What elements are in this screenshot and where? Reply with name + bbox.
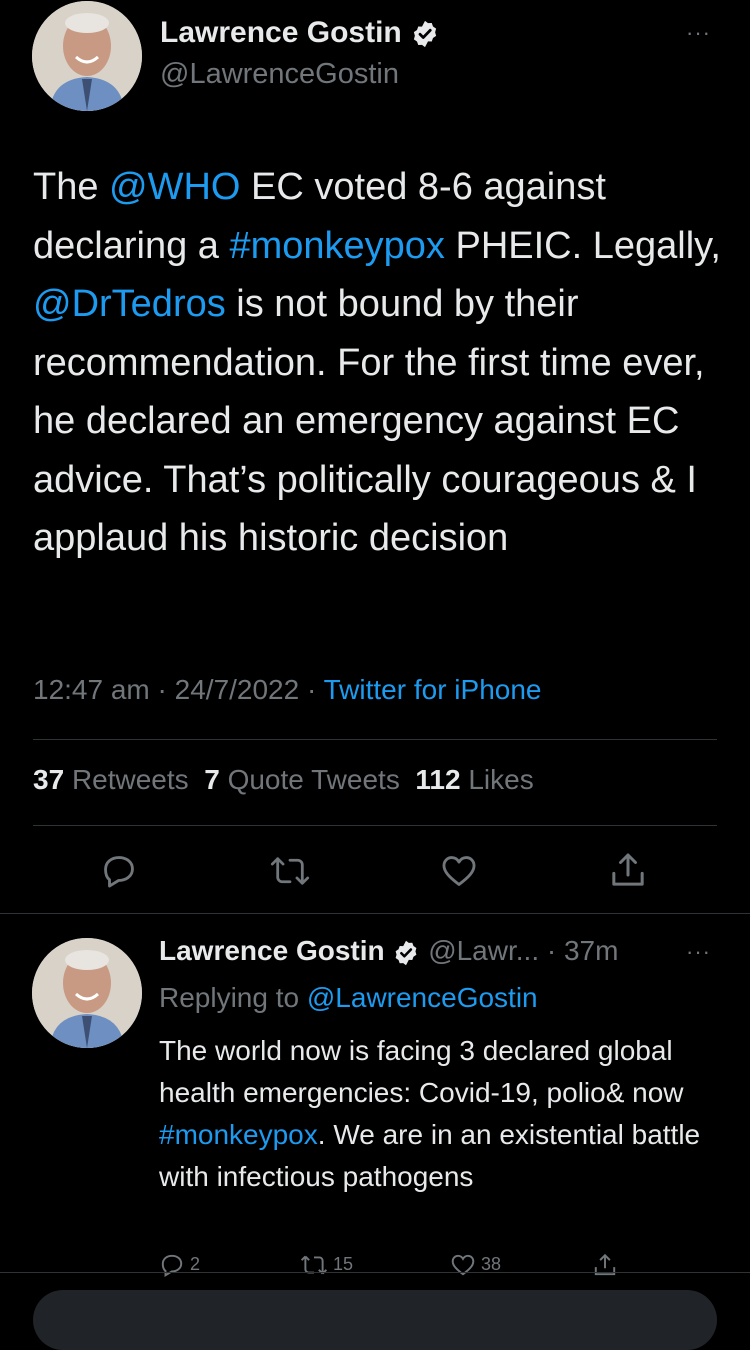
divider [0,913,750,914]
more-options-icon[interactable]: ··· [686,20,711,46]
author-handle[interactable]: @LawrenceGostin [160,58,399,91]
tweet-meta: 12:47 am · 24/7/2022 · Twitter for iPhon… [33,674,542,705]
reply-like-button[interactable]: 38 [450,1252,501,1278]
reply-author-name[interactable]: Lawrence Gostin [159,935,385,966]
reply-reply-button[interactable]: 2 [159,1252,200,1278]
like-button[interactable] [440,852,478,895]
tweet-time[interactable]: 12:47 am [33,674,150,705]
replying-to-handle[interactable]: @LawrenceGostin [307,982,538,1013]
share-icon [594,1253,616,1276]
likes-stat[interactable]: 112 Likes [415,764,533,795]
avatar-image [32,938,142,1048]
reply-icon [161,1254,183,1278]
retweet-icon [300,1255,328,1275]
reply-retweet-button[interactable]: 15 [300,1252,353,1278]
tweet-source[interactable]: Twitter for iPhone [324,674,542,705]
quotes-stat[interactable]: 7 Quote Tweets [204,764,400,795]
reply-author-handle[interactable]: @Lawr... [428,935,539,966]
reply-header: Lawrence Gostin @Lawr... · 37m [159,935,618,967]
tweet-date[interactable]: 24/7/2022 [175,674,300,705]
reply-retweet-count: 15 [333,1253,354,1274]
reply-author-avatar[interactable] [32,938,142,1048]
reply-compose-bar[interactable] [33,1290,717,1350]
avatar-image [32,1,142,111]
reply-hashtag-monkeypox[interactable]: #monkeypox [159,1119,318,1150]
divider [33,825,717,826]
reply-icon [104,856,134,888]
author-avatar[interactable] [32,1,142,111]
verified-badge-icon [396,940,417,965]
retweet-button[interactable] [270,852,310,895]
reply-text: The world now is facing 3 declared globa… [159,1035,701,1192]
reply-like-count: 38 [481,1253,502,1274]
retweets-stat[interactable]: 37 Retweets [33,764,189,795]
hashtag-monkeypox[interactable]: #monkeypox [229,225,444,267]
replying-to: Replying to @LawrenceGostin [159,982,538,1013]
author-name[interactable]: Lawrence Gostin [160,16,440,50]
verified-badge-icon [413,20,437,48]
reply-more-options-icon[interactable]: ··· [686,939,711,965]
tweet-stats: 37 Retweets 7 Quote Tweets 112 Likes [33,764,534,796]
share-button[interactable] [608,850,648,895]
mention-who[interactable]: @WHO [109,166,240,208]
reply-age[interactable]: · 37m [547,935,619,966]
divider [0,1272,750,1273]
reply-count: 2 [190,1253,201,1274]
divider [33,739,717,740]
tweet-text: The @WHO EC voted 8-6 against declaring … [33,166,721,559]
reply-share-button[interactable] [592,1252,618,1278]
mention-drtedros[interactable]: @DrTedros [33,283,226,325]
retweet-icon [270,857,310,885]
reply-button[interactable] [100,852,138,895]
heart-icon [442,856,476,886]
share-icon [612,853,644,886]
heart-icon [451,1254,475,1276]
